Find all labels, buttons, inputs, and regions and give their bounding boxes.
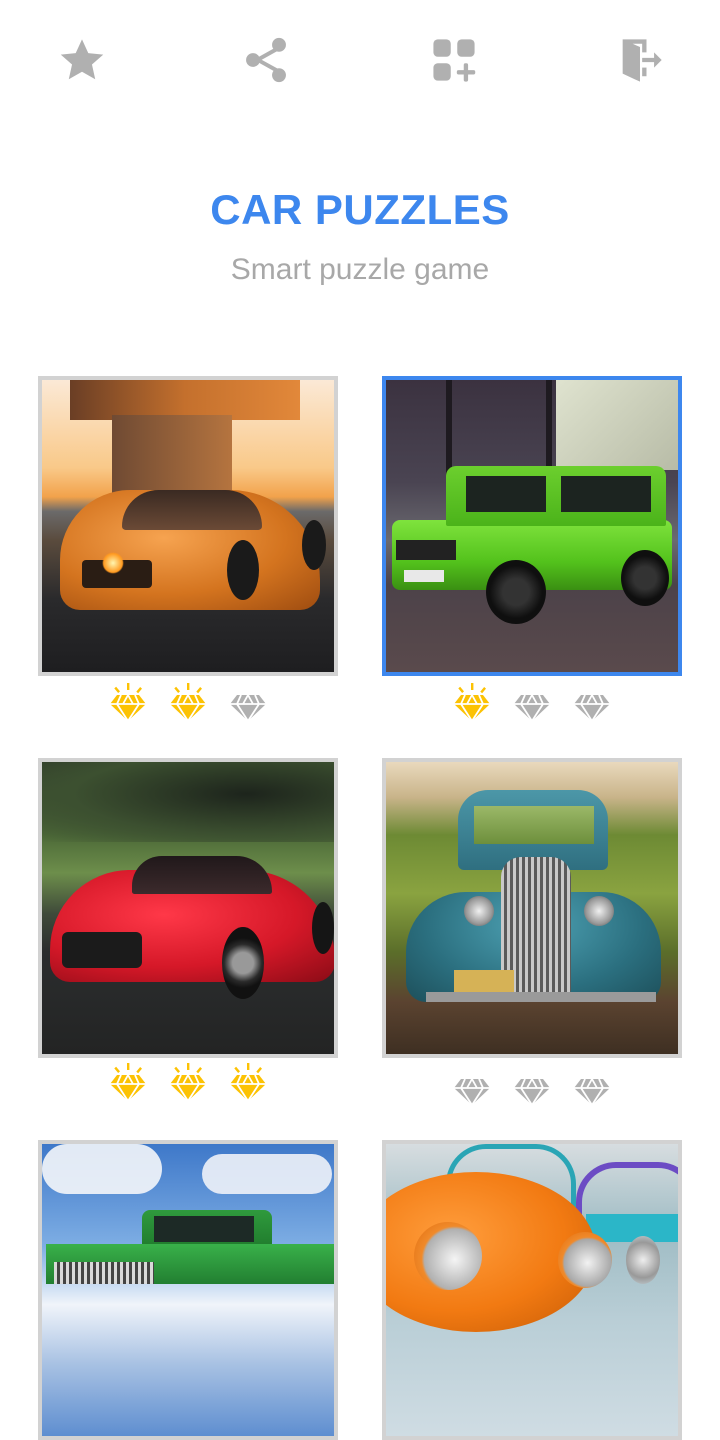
puzzle-card-orange-coupe[interactable] (38, 376, 338, 676)
gem-earned-icon (110, 683, 146, 722)
app-subtitle: Smart puzzle game (230, 253, 490, 286)
share-icon (246, 37, 286, 83)
gem-earned-icon (110, 1063, 146, 1102)
puzzle-card-green-pickup[interactable] (38, 1140, 338, 1440)
gem-empty-icon (514, 694, 550, 722)
gem-empty-icon (514, 1078, 550, 1106)
gem-earned-icon (454, 683, 490, 722)
app-title: CAR PUZZLES (210, 186, 510, 233)
gem-empty-icon (230, 694, 266, 722)
star-icon (60, 39, 104, 80)
gem-rating (38, 1062, 338, 1106)
puzzle-image (386, 1144, 678, 1436)
gem-earned-icon (230, 1063, 266, 1102)
puzzle-image (42, 1144, 334, 1436)
gem-empty-icon (574, 1078, 610, 1106)
gem-rating (382, 1066, 682, 1110)
apps-add-icon (433, 39, 476, 82)
gem-empty-icon (454, 1078, 490, 1106)
gem-earned-icon (170, 683, 206, 722)
top-toolbar (0, 30, 720, 90)
more-apps-button[interactable] (424, 30, 484, 90)
share-button[interactable] (236, 30, 296, 90)
gem-rating (382, 682, 682, 726)
puzzle-card-vintage-beetles[interactable] (382, 1140, 682, 1440)
puzzle-image (42, 762, 334, 1054)
favorite-button[interactable] (52, 30, 112, 90)
gem-earned-icon (170, 1063, 206, 1102)
puzzle-image (386, 762, 678, 1054)
gem-empty-icon (574, 694, 610, 722)
puzzle-card-vintage-truck[interactable] (382, 758, 682, 1058)
exit-door-icon (622, 39, 662, 82)
puzzle-card-green-suv[interactable] (382, 376, 682, 676)
puzzle-card-red-coupe[interactable] (38, 758, 338, 1058)
exit-button[interactable] (610, 30, 670, 90)
gem-rating (38, 682, 338, 726)
puzzle-image (386, 380, 678, 672)
puzzle-image (42, 380, 334, 672)
